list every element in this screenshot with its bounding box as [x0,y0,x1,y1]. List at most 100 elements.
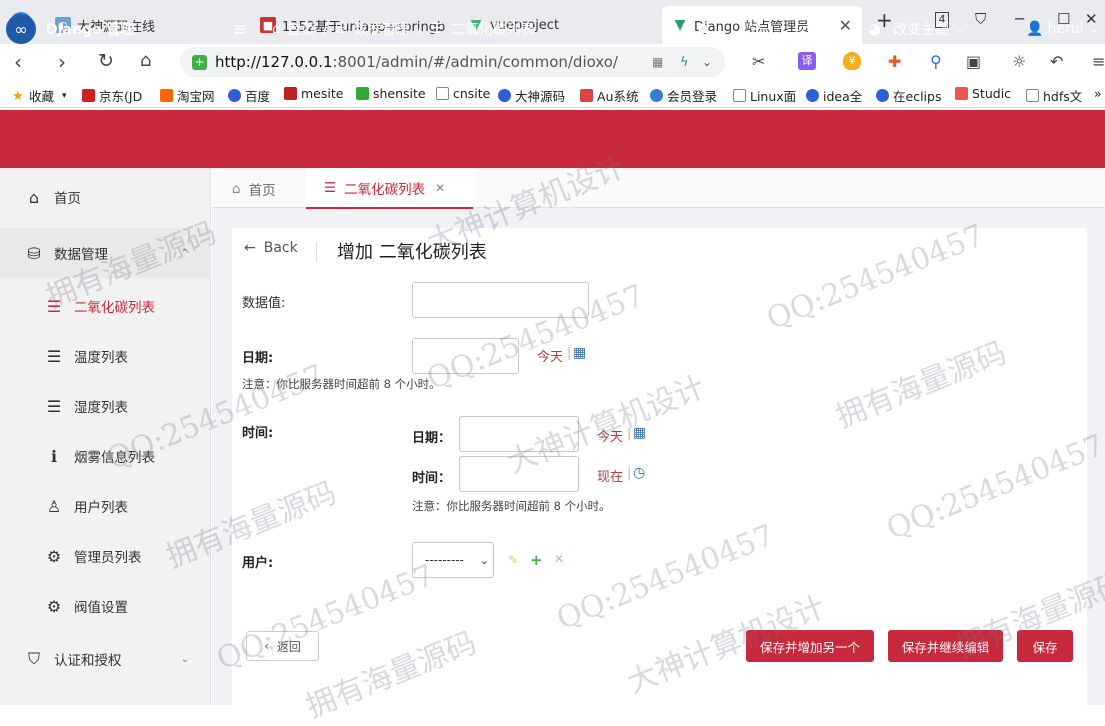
home-icon[interactable]: ⌂ [140,50,151,71]
now-link[interactable]: 现在 [597,466,623,485]
palette-icon: ◕ [868,20,882,38]
breadcrumb-data-manage[interactable]: 数据管理 [353,19,409,39]
minimize-icon[interactable]: ─ [1015,10,1024,28]
bookmark-item[interactable]: idea全 [806,86,862,105]
delete-icon[interactable]: ✕ [554,552,564,566]
sidebar-item-threshold[interactable]: ⚙ 阀值设置 [0,581,211,631]
menu-toggle-icon[interactable]: ≡ [232,0,247,58]
gear-icon: ⚙ [46,546,62,566]
datetime-time-input[interactable] [459,456,579,492]
brightness-icon[interactable]: ☼ [1012,52,1026,71]
bookmark-label: 百度 [245,89,271,104]
sidebar-item-auth[interactable]: ⛉ 认证和授权 ⌄ [0,634,211,684]
au-icon [580,89,593,102]
shirt-icon[interactable]: ⛉ [975,10,986,28]
save-and-continue-button[interactable]: 保存并继续编辑 [888,630,1003,662]
bookmark-item[interactable]: cnsite [436,86,490,101]
page-title: 增加 二氧化碳列表 [337,242,487,263]
chevron-down-icon: ⌄ [479,553,489,567]
home-icon[interactable]: ⌂ [801,0,811,58]
lightning-icon[interactable]: ϟ [680,55,689,70]
close-icon[interactable]: ✕ [435,181,445,195]
chevron-down-icon: ⌄ [1089,22,1099,36]
bookmark-item[interactable]: Studic [955,86,1011,101]
tab-home[interactable]: ⌂ 首页 [222,168,306,209]
breadcrumb-home[interactable]: 首页 [287,19,315,39]
baidu-icon [498,89,511,102]
theme-switch[interactable]: ◕ 改变主题 ⌄ [868,0,964,58]
browser-tab-active[interactable]: ▼ Django 站点管理员 ✕ [662,6,862,44]
save-button[interactable]: 保存 [1017,630,1073,662]
value-input[interactable] [412,282,589,318]
back-button[interactable]: ← Back [244,240,298,256]
clock-icon[interactable]: ◷ [633,465,645,481]
more-bookmarks-icon[interactable]: » [1094,86,1102,101]
add-icon[interactable]: + [530,551,543,569]
bookmark-label: Au系统 [597,89,639,104]
chevron-down-icon: ⌄ [955,22,965,36]
sidebar-item-label: 温度列表 [74,350,128,366]
return-button[interactable]: ‹ 返回 [246,631,319,661]
bookmark-item[interactable]: Au系统 [580,86,638,105]
bookmark-item[interactable]: ★ 收藏 ▾ [12,86,67,105]
app-header [0,110,1105,168]
sidebar-item-smoke-list[interactable]: ℹ 烟雾信息列表 [0,431,211,481]
bookmark-item[interactable]: 淘宝网 [160,86,215,105]
list-icon: ☰ [430,21,443,37]
separator: | [567,346,572,361]
date-input[interactable] [412,338,519,374]
sidebar-item-co2-list[interactable]: ☰ 二氧化碳列表 [0,281,211,331]
tab-co2-list[interactable]: ☰ 二氧化碳列表 ✕ [306,168,473,209]
sidebar-item-temperature-list[interactable]: ☰ 温度列表 [0,331,211,381]
save-and-add-button[interactable]: 保存并增加另一个 [746,630,874,662]
fullscreen-icon[interactable]: ⤧ [749,0,761,58]
separator: | [627,466,632,481]
shield-icon: ⛉ [27,649,40,668]
datetime-date-input[interactable] [459,416,579,452]
bookmark-item[interactable]: shensite [356,86,426,101]
sidebar-item-home[interactable]: ⌂ 首页 [0,172,211,222]
divider [316,242,317,262]
bookmark-item[interactable]: 京东(JD [82,86,142,105]
user-select[interactable]: --------- ⌄ [412,542,494,578]
bookmark-item[interactable]: hdfs文 [1026,86,1082,105]
shield-money-icon[interactable]: ¥ [843,52,861,70]
app-logo[interactable]: ∞ Django 管理 [6,0,134,58]
sidebar-item-data-manage[interactable]: ⛁ 数据管理 ⌃ [0,228,211,278]
cloud-icon [650,89,663,102]
bookmark-label: Studic [972,86,1012,101]
calendar-icon[interactable]: ▦ [633,425,646,441]
apps-grid-icon[interactable]: ▣ [966,52,981,71]
bookmark-item[interactable]: mesite [284,86,343,101]
bookmark-item[interactable]: 大神源码 [498,86,565,105]
bookmark-item[interactable]: 会员登录 [650,86,717,105]
today-link[interactable]: 今天 [537,346,563,365]
font-size-icon[interactable]: A [697,0,709,58]
bookmark-item[interactable]: 百度 [228,86,270,105]
sidebar-item-user-list[interactable]: ♙ 用户列表 [0,481,211,531]
user-select-value: --------- [425,553,464,567]
user-icon: ♙ [46,496,62,516]
home-icon: ⌂ [232,180,241,197]
return-label: 返回 [276,639,301,654]
user-icon: 👤 [1026,21,1044,37]
sidebar-item-label: 管理员列表 [74,550,142,566]
bookmark-label: shensite [373,86,426,101]
bookmark-item[interactable]: Linux面 [733,86,796,105]
today-link[interactable]: 今天 [597,426,623,445]
sidebar-item-admin-list[interactable]: ⚙ 管理员列表 [0,531,211,581]
calendar-icon[interactable]: ▦ [573,345,586,361]
user-menu[interactable]: 👤 herui ⌄ [1026,0,1099,58]
user-name: herui [1047,21,1084,37]
close-tab-icon[interactable]: ✕ [839,16,852,35]
home-icon: ⌂ [28,187,40,207]
header-breadcrumb: ⌂ 首页 / ⛁ 数据管理 / ☰ 二氧化碳列表 [272,19,535,39]
bookmark-item[interactable]: 在eclips [876,86,941,105]
page-icon [733,89,746,102]
shensite-icon [356,87,369,100]
edit-pencil-icon[interactable]: ✎ [508,553,518,567]
mesite-icon [284,87,297,100]
qr-icon[interactable]: ▦ [652,55,663,69]
sidebar-item-humidity-list[interactable]: ☰ 湿度列表 [0,381,211,431]
bookmark-label: idea全 [823,89,863,104]
